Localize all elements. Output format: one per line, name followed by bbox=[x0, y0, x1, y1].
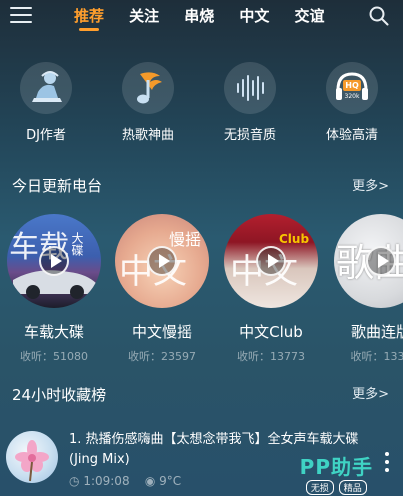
section-title-ranking: 24小时收藏榜 bbox=[12, 386, 107, 404]
hq-bitrate-text: 320k bbox=[344, 93, 360, 100]
station-name: 中文慢摇 bbox=[131, 323, 192, 341]
watermark-tag: 精品 bbox=[338, 480, 367, 495]
more-options-icon[interactable] bbox=[385, 452, 391, 474]
station-cover: 中文 慢摇 bbox=[115, 214, 209, 308]
station-listen-count: 收听：13773 bbox=[237, 350, 305, 363]
menu-icon[interactable] bbox=[10, 7, 32, 25]
hq-badge-text: HQ bbox=[345, 81, 359, 90]
station-card[interactable]: 车载 大碟 车载大碟 收听：51080 bbox=[4, 214, 104, 364]
pp-assistant-watermark: PP助手 无损 精品 bbox=[300, 451, 373, 495]
search-icon[interactable] bbox=[369, 6, 389, 26]
station-listen-count: 收听：51080 bbox=[20, 350, 88, 363]
quick-hot-song[interactable]: 热歌神曲 bbox=[108, 62, 188, 143]
section-title-today: 今日更新电台 bbox=[12, 177, 103, 195]
tab-ballroom[interactable]: 交谊 bbox=[294, 0, 324, 32]
watermark-tags: 无损 精品 bbox=[300, 480, 373, 495]
play-icon[interactable] bbox=[39, 246, 69, 276]
station-card[interactable]: 中文 慢摇 中文慢摇 收听：23597 bbox=[112, 214, 212, 364]
station-listen-count: 收听：23597 bbox=[128, 350, 196, 363]
station-card[interactable]: 中文 Club 中文Club 收听：13773 bbox=[221, 214, 321, 364]
play-icon[interactable] bbox=[256, 246, 286, 276]
song-meta: ◷ 1:09:08 ◉ 9°C bbox=[69, 474, 181, 488]
tab-medley[interactable]: 串烧 bbox=[184, 0, 214, 32]
quick-label: DJ作者 bbox=[26, 128, 66, 143]
tab-follow[interactable]: 关注 bbox=[129, 0, 159, 32]
song-list-item[interactable]: 1. 热播伤感嗨曲【太想念带我飞】全女声车载大碟(Jing Mix) ◷ 1:0… bbox=[0, 428, 403, 496]
temperature-icon: ◉ bbox=[144, 474, 156, 488]
quick-label: 热歌神曲 bbox=[121, 128, 174, 143]
tab-recommend[interactable]: 推荐 bbox=[74, 0, 104, 32]
station-carousel: 车载 大碟 车载大碟 收听：51080 中文 慢摇 中文慢摇 收听：23597 … bbox=[0, 214, 403, 364]
hot-song-icon bbox=[122, 62, 174, 114]
lossless-audio-icon bbox=[224, 62, 276, 114]
station-name: 车载大碟 bbox=[23, 323, 84, 341]
song-duration: 1:09:08 bbox=[83, 474, 130, 488]
cover-text: 大碟 bbox=[70, 232, 84, 256]
hq-icon: HQ 320k bbox=[326, 62, 378, 114]
more-link-today[interactable]: 更多> bbox=[352, 175, 389, 194]
station-card[interactable]: 歌曲 连 歌曲连版 收听：1339 bbox=[331, 214, 403, 364]
quick-dj-author[interactable]: DJ作者 bbox=[6, 62, 86, 143]
station-cover: 车载 大碟 bbox=[7, 214, 101, 308]
quick-hq[interactable]: HQ 320k 体验高清 bbox=[312, 62, 392, 143]
more-link-ranking[interactable]: 更多> bbox=[352, 383, 389, 402]
quick-label: 无损音质 bbox=[223, 128, 276, 143]
station-name: 中文Club bbox=[239, 323, 303, 341]
quick-lossless[interactable]: 无损音质 bbox=[210, 62, 290, 143]
watermark-logo: PP助手 bbox=[299, 455, 373, 479]
cover-text: 慢摇 bbox=[169, 230, 202, 249]
category-tabs: 推荐 关注 串烧 中文 交谊 bbox=[74, 0, 364, 34]
station-listen-count: 收听：1339 bbox=[350, 350, 403, 363]
station-cover: 歌曲 连 bbox=[334, 214, 403, 308]
top-bar: 推荐 关注 串烧 中文 交谊 bbox=[0, 0, 403, 34]
station-cover: 中文 Club bbox=[224, 214, 318, 308]
watermark-tag: 无损 bbox=[305, 480, 334, 495]
cover-text: Club bbox=[279, 232, 310, 246]
play-icon[interactable] bbox=[147, 246, 177, 276]
dj-author-icon bbox=[20, 62, 72, 114]
station-name: 歌曲连版 bbox=[350, 323, 403, 341]
song-cover-image bbox=[6, 431, 58, 483]
quick-label: 体验高清 bbox=[325, 128, 378, 143]
quick-entries: DJ作者 热歌神曲 无损音质 HQ 320k 体验高清 bbox=[0, 62, 403, 144]
song-temperature: 9°C bbox=[159, 474, 182, 488]
clock-icon: ◷ bbox=[69, 474, 80, 488]
play-icon[interactable] bbox=[366, 246, 396, 276]
tab-chinese[interactable]: 中文 bbox=[239, 0, 269, 32]
